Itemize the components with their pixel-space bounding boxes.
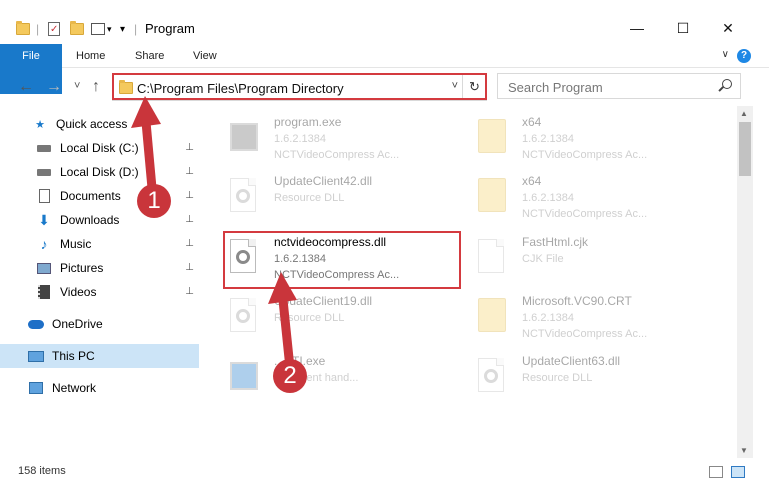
item-count: 158 items <box>18 465 66 477</box>
details-view-icon[interactable] <box>709 466 723 478</box>
annotation-arrows <box>131 96 297 369</box>
status-bar: 158 items <box>0 458 769 492</box>
large-icons-view-icon[interactable] <box>731 466 745 478</box>
step-badge-1: 1 <box>137 184 171 218</box>
step-badge-2: 2 <box>273 359 307 393</box>
